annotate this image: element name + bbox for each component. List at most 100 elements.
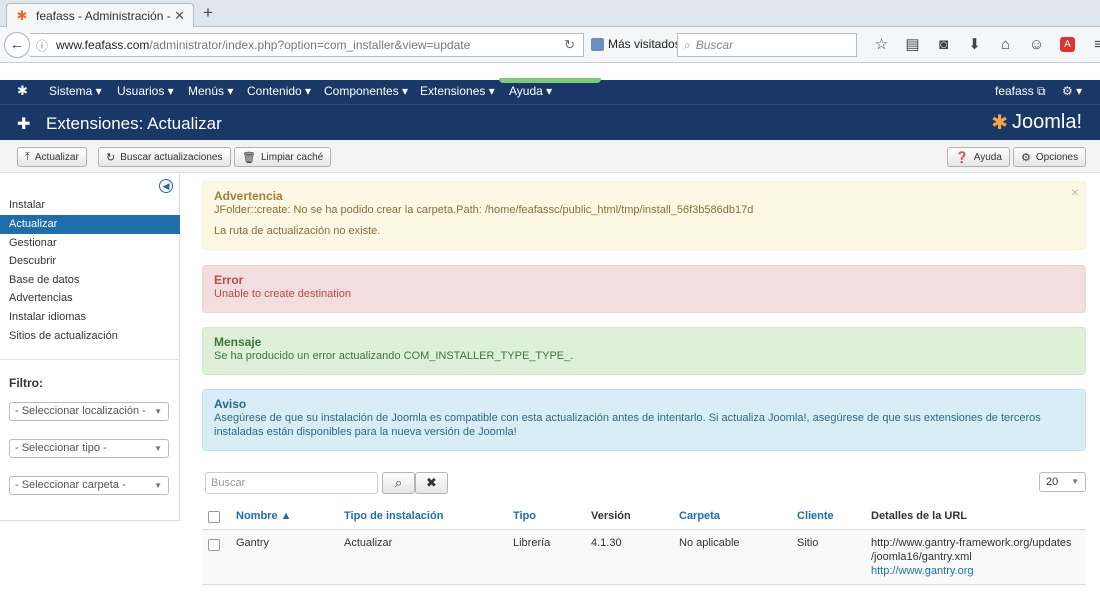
col-header-install-type[interactable]: Tipo de instalación	[344, 510, 443, 522]
url-bar[interactable]: ⓘ www.feafass.com /administrator/index.p…	[30, 33, 584, 57]
sidebar: ◀ Instalar Actualizar Gestionar Descubri…	[0, 173, 180, 521]
col-header-name[interactable]: Nombre ▲	[236, 510, 292, 522]
search-button[interactable]: ⌕	[382, 472, 415, 494]
user-menu[interactable]: feafass ⧉	[995, 84, 1046, 99]
row-install-type: Actualizar	[344, 537, 393, 549]
menu-ayuda[interactable]: Ayuda ▾	[509, 84, 552, 98]
col-header-folder[interactable]: Carpeta	[679, 510, 720, 522]
reload-icon[interactable]: ↻	[564, 37, 575, 53]
reading-list-icon[interactable]: ▤	[897, 35, 928, 55]
menu-componentes[interactable]: Componentes ▾	[324, 84, 408, 98]
joomla-favicon-icon: ✱	[16, 8, 28, 23]
col-header-type[interactable]: Tipo	[513, 510, 536, 522]
bookmark-folder-icon	[591, 37, 604, 51]
chevron-down-icon: ▼	[154, 481, 162, 490]
bookmarks-label: Más visitados	[608, 37, 681, 51]
joomla-mark-icon: ✱	[991, 112, 1008, 134]
sidebar-item-instalar-idiomas[interactable]: Instalar idiomas	[0, 308, 180, 327]
row-url-details: http://www.gantry-framework.org/updates	[871, 537, 1072, 549]
purge-cache-label: Limpiar caché	[260, 151, 324, 163]
browser-toolbar-icons: ☆ ▤ ◙ ⬇ ⌂ ☺ A ≡	[866, 35, 1100, 55]
menu-menus[interactable]: Menús ▾	[188, 84, 233, 98]
col-header-version: Versión	[591, 510, 631, 522]
select-all-checkbox[interactable]	[208, 511, 220, 523]
download-icon[interactable]: ⬇	[959, 35, 990, 55]
sidebar-item-advertencias[interactable]: Advertencias	[0, 289, 180, 308]
col-header-client[interactable]: Cliente	[797, 510, 834, 522]
bookmarks-most-visited[interactable]: Más visitados	[591, 37, 681, 51]
collapse-sidebar-icon[interactable]: ◀	[159, 179, 173, 193]
menu-contenido[interactable]: Contenido ▾	[247, 84, 311, 98]
help-label: Ayuda	[973, 151, 1002, 163]
home-icon[interactable]: ⌂	[990, 35, 1021, 55]
question-icon: ❓	[955, 151, 969, 164]
menu-sistema[interactable]: Sistema ▾	[49, 84, 102, 98]
notice-alert: Aviso Asegúrese de que su instalación de…	[202, 389, 1086, 451]
menu-usuarios[interactable]: Usuarios ▾	[117, 84, 174, 98]
error-message: Unable to create destination	[214, 288, 351, 300]
row-url-details-2: /joomla16/gantry.xml	[871, 551, 972, 563]
search-placeholder: Buscar	[695, 38, 734, 52]
purge-cache-button[interactable]: 🗑 Limpiar caché	[234, 147, 332, 167]
menu-icon[interactable]: ≡	[1083, 35, 1100, 55]
filter-location-select[interactable]: - Seleccionar localización - ▼	[9, 402, 169, 421]
error-alert: Error Unable to create destination	[202, 265, 1086, 313]
joomla-logo-icon[interactable]: ✱	[17, 83, 28, 99]
puzzle-icon: ✚	[17, 116, 31, 133]
addon-icon[interactable]: A	[1060, 37, 1075, 52]
list-search-input[interactable]: Buscar	[205, 472, 378, 494]
admin-menu-bar: ✱ Sistema ▾ Usuarios ▾ Menús ▾ Contenido…	[0, 80, 1100, 104]
refresh-icon: ↻	[106, 151, 116, 164]
row-url-link[interactable]: http://www.gantry.org	[871, 565, 974, 577]
menu-extensiones[interactable]: Extensiones ▾	[420, 84, 495, 98]
list-limit-value: 20	[1046, 476, 1059, 488]
row-checkbox[interactable]	[208, 539, 220, 551]
page-title: Extensiones: Actualizar	[46, 114, 222, 133]
options-button[interactable]: ⚙ Opciones	[1013, 147, 1087, 167]
sidebar-item-actualizar[interactable]: Actualizar	[0, 215, 180, 234]
clear-icon: ✖	[426, 475, 437, 490]
loading-indicator	[499, 78, 601, 83]
help-button[interactable]: ❓ Ayuda	[947, 147, 1010, 167]
tab-title: feafass - Administración - ...	[36, 9, 175, 23]
find-updates-button[interactable]: ↻ Buscar actualizaciones	[98, 147, 231, 167]
message-text: Se ha producido un error actualizando CO…	[214, 350, 574, 362]
new-tab-icon[interactable]: +	[203, 3, 213, 23]
list-limit-select[interactable]: 20 ▼	[1039, 472, 1086, 492]
warning-message-2: La ruta de actualización no existe.	[214, 225, 381, 237]
browser-tab[interactable]: ✱ feafass - Administración - ... ✕	[6, 3, 194, 28]
star-icon[interactable]: ☆	[866, 35, 897, 55]
sidebar-item-instalar[interactable]: Instalar	[0, 196, 180, 215]
col-header-url-details: Detalles de la URL	[871, 510, 967, 522]
browser-search-input[interactable]: ⌕ Buscar	[677, 33, 857, 57]
chevron-down-icon: ▼	[154, 444, 162, 453]
warning-message: JFolder::create: No se ha podido crear l…	[214, 204, 754, 216]
action-toolbar: ⤒ Actualizar ↻ Buscar actualizaciones 🗑 Lim…	[0, 140, 1100, 173]
search-icon: ⌕	[394, 475, 403, 490]
logo-text: Joomla!	[1011, 111, 1082, 133]
notice-text: Asegúrese de que su instalación de Jooml…	[214, 412, 1041, 424]
close-alert-icon[interactable]: ×	[1071, 184, 1079, 200]
close-tab-icon[interactable]: ✕	[174, 8, 185, 24]
clear-button[interactable]: ✖	[415, 472, 448, 494]
back-arrow-icon[interactable]: ←	[4, 32, 30, 58]
sidebar-item-base-de-datos[interactable]: Base de datos	[0, 271, 180, 290]
notice-text-2: instaladas están disponibles para la nue…	[214, 426, 517, 438]
url-domain: www.feafass.com	[56, 38, 150, 52]
sidebar-item-gestionar[interactable]: Gestionar	[0, 234, 180, 253]
update-button[interactable]: ⤒ Actualizar	[17, 147, 87, 167]
info-icon[interactable]: ⓘ	[36, 37, 48, 54]
chat-icon[interactable]: ☺	[1021, 35, 1052, 55]
sidebar-item-sitios-actualizacion[interactable]: Sitios de actualización	[0, 327, 180, 346]
sidebar-item-descubrir[interactable]: Descubrir	[0, 252, 180, 271]
row-version: 4.1.30	[591, 537, 622, 549]
row-folder: No aplicable	[679, 537, 740, 549]
filter-type-select[interactable]: - Seleccionar tipo - ▼	[9, 439, 169, 458]
page-header: ✚ Extensiones: Actualizar ✱ Joomla!	[0, 104, 1100, 140]
filter-folder-value: - Seleccionar carpeta -	[15, 479, 126, 491]
row-client: Sitio	[797, 537, 819, 549]
pocket-icon[interactable]: ◙	[928, 35, 959, 55]
filter-folder-select[interactable]: - Seleccionar carpeta - ▼	[9, 476, 169, 495]
settings-gear-icon[interactable]: ⚙ ▾	[1062, 84, 1082, 98]
options-label: Opciones	[1035, 151, 1079, 163]
